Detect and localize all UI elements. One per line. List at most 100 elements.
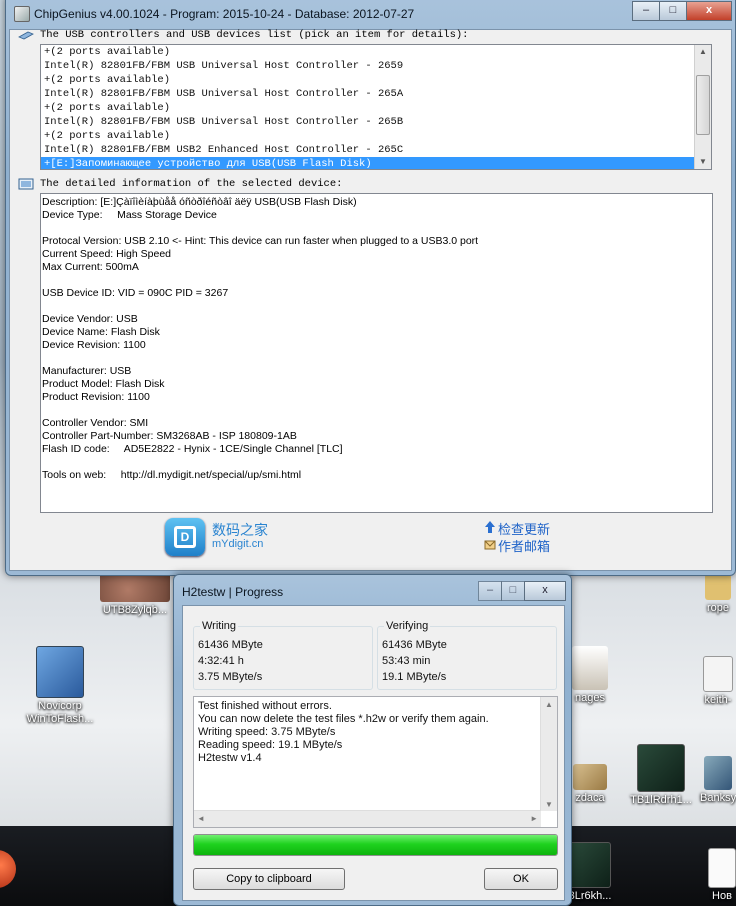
- device-list-item[interactable]: +(2 ports available): [41, 129, 711, 143]
- log-scrollbar[interactable]: ▲ ▼: [540, 697, 557, 811]
- mydigit-logo-icon[interactable]: D: [165, 518, 205, 556]
- detail-line: Product Model: Flash Disk: [42, 378, 165, 390]
- verifying-size: 61436 MByte: [382, 639, 447, 651]
- desktop-icon-label: Нов: [712, 890, 732, 902]
- detail-line: [41, 456, 712, 469]
- desktop-icon-label: Banksy: [700, 792, 736, 804]
- close-button[interactable]: x: [524, 581, 566, 601]
- result-log[interactable]: Test finished without errors. You can now…: [193, 696, 558, 828]
- device-list-item[interactable]: +(2 ports available): [41, 45, 711, 59]
- writing-group: Writing 61436 MByte 4:32:41 h 3.75 MByte…: [193, 620, 373, 690]
- device-list-item[interactable]: +[E:]Запоминающее устройство для USB(USB…: [41, 157, 711, 169]
- verifying-label: Verifying: [384, 620, 431, 632]
- update-arrow-icon: [485, 521, 495, 533]
- writing-speed: 3.75 MByte/s: [198, 671, 263, 683]
- verifying-time: 53:43 min: [382, 655, 431, 667]
- mail-icon: [484, 540, 496, 550]
- log-line: You can now delete the test files *.h2w …: [198, 713, 489, 725]
- start-orb-icon[interactable]: [0, 850, 16, 888]
- detail-line: Tools on web: http://dl.mydigit.net/spec…: [42, 469, 302, 481]
- image-icon: [637, 744, 685, 792]
- writing-size: 61436 MByte: [198, 639, 263, 651]
- desktop-icon-label: UTB8Zylqb...: [102, 604, 168, 616]
- copy-to-clipboard-button[interactable]: Copy to clipboard: [193, 868, 345, 890]
- image-icon: [704, 756, 732, 790]
- verifying-speed: 19.1 MByte/s: [382, 671, 447, 683]
- image-icon: [705, 574, 731, 600]
- desktop-icon-rope[interactable]: rope: [700, 574, 736, 615]
- detail-line: Device Type: Mass Storage Device: [42, 209, 217, 221]
- desktop-icon-label: Novicorp WinToFlash...: [26, 700, 94, 725]
- window-title: ChipGenius v4.00.1024 - Program: 2015-10…: [34, 7, 415, 21]
- close-button[interactable]: x: [686, 1, 732, 21]
- log-line: Reading speed: 19.1 MByte/s: [198, 739, 343, 751]
- detail-line: [41, 274, 712, 287]
- log-hscrollbar[interactable]: ◄ ►: [194, 810, 541, 827]
- desktop-icon-utb8[interactable]: UTB8Zylqb...: [90, 572, 180, 617]
- devices-header: The USB controllers and USB devices list…: [40, 29, 469, 41]
- maximize-button[interactable]: □: [501, 581, 525, 601]
- desktop-icon-tb1[interactable]: TB1lRdrh1...: [624, 744, 698, 807]
- image-icon: [573, 764, 607, 790]
- minimize-button[interactable]: ‒: [632, 1, 660, 21]
- scroll-thumb[interactable]: [696, 75, 710, 135]
- device-list-scrollbar[interactable]: ▲ ▼: [694, 45, 711, 169]
- detail-line: USB Device ID: VID = 090C PID = 3267: [42, 287, 229, 299]
- log-line: Test finished without errors.: [198, 700, 332, 712]
- detail-line: Device Name: Flash Disk: [42, 326, 160, 338]
- desktop-icon-keith[interactable]: keith-: [700, 656, 736, 707]
- maximize-button[interactable]: □: [659, 1, 687, 21]
- brain-image-icon: [100, 572, 170, 602]
- detail-line: Description: [E:]Çàïîìèíàþùåå óñòðîéñòâî…: [42, 196, 357, 208]
- log-line: Writing speed: 3.75 MByte/s: [198, 726, 336, 738]
- verifying-group: Verifying 61436 MByte 53:43 min 19.1 MBy…: [377, 620, 557, 690]
- device-list[interactable]: +(2 ports available) Intel(R) 82801FB/FBM…: [40, 44, 712, 170]
- detail-line: Max Current: 500mA: [42, 261, 139, 273]
- detail-line: [41, 222, 712, 235]
- detail-line: Protocal Version: USB 2.10 <- Hint: This…: [42, 235, 479, 247]
- image-icon: [572, 646, 608, 690]
- device-list-item[interactable]: Intel(R) 82801FB/FBM USB Universal Host …: [41, 59, 711, 73]
- image-icon: [569, 842, 611, 888]
- detail-line: Product Revision: 1100: [42, 391, 150, 403]
- h2testw-client: Writing 61436 MByte 4:32:41 h 3.75 MByte…: [182, 605, 565, 901]
- device-list-item[interactable]: Intel(R) 82801FB/FBM USB2 Enhanced Host …: [41, 143, 711, 157]
- desktop-icon-banksy[interactable]: Banksy: [700, 756, 736, 805]
- device-list-item[interactable]: Intel(R) 82801FB/FBM USB Universal Host …: [41, 115, 711, 129]
- ok-button[interactable]: OK: [484, 868, 558, 890]
- minimize-button[interactable]: ‒: [478, 581, 502, 601]
- device-details[interactable]: Description: [E:]Çàïîìèíàþùåå óñòðîéñòâî…: [40, 193, 713, 513]
- desktop-icon-wintoflash[interactable]: Novicorp WinToFlash...: [20, 646, 100, 726]
- desktop-icon-label: TB1lRdrh1...: [630, 794, 692, 806]
- detail-line: Device Vendor: USB: [42, 313, 138, 325]
- installer-icon: [36, 646, 84, 698]
- detail-line: [41, 352, 712, 365]
- detail-line: Manufacturer: USB: [42, 365, 132, 377]
- device-list-item[interactable]: +(2 ports available): [41, 73, 711, 87]
- scroll-up-icon[interactable]: ▲: [695, 45, 711, 59]
- image-icon: [703, 656, 733, 692]
- desktop-icon-new[interactable]: Нов: [708, 848, 736, 903]
- window-title: H2testw | Progress: [182, 585, 284, 599]
- detail-line: Current Speed: High Speed: [42, 248, 171, 260]
- device-list-item[interactable]: +(2 ports available): [41, 101, 711, 115]
- scroll-down-icon[interactable]: ▼: [695, 155, 711, 169]
- progress-bar: [193, 834, 558, 856]
- device-list-item[interactable]: Intel(R) 82801FB/FBM USB Universal Host …: [41, 87, 711, 101]
- desktop-icon-label: keith-: [704, 694, 732, 706]
- usb-list-icon: [18, 31, 34, 40]
- detail-line: Device Revision: 1100: [42, 339, 146, 351]
- details-header: The detailed information of the selected…: [40, 178, 343, 190]
- chipgenius-app-icon: [14, 6, 30, 22]
- log-line: H2testw v1.4: [198, 752, 262, 764]
- brand-name[interactable]: 数码之家: [212, 520, 268, 540]
- desktop-icon-label: rope: [706, 602, 730, 614]
- brand-url[interactable]: mYdigit.cn: [212, 538, 263, 550]
- desktop-icon-label: zdaca: [575, 792, 605, 804]
- detail-line: Controller Part-Number: SM3268AB - ISP 1…: [42, 430, 297, 442]
- detail-line: [41, 300, 712, 313]
- chipgenius-window: ChipGenius v4.00.1024 - Program: 2015-10…: [5, 0, 736, 576]
- desktop-icon-zdaca[interactable]: zdaca: [570, 764, 610, 805]
- desktop-icon-images[interactable]: nages: [570, 646, 610, 705]
- author-email-link[interactable]: 作者邮箱: [498, 536, 550, 555]
